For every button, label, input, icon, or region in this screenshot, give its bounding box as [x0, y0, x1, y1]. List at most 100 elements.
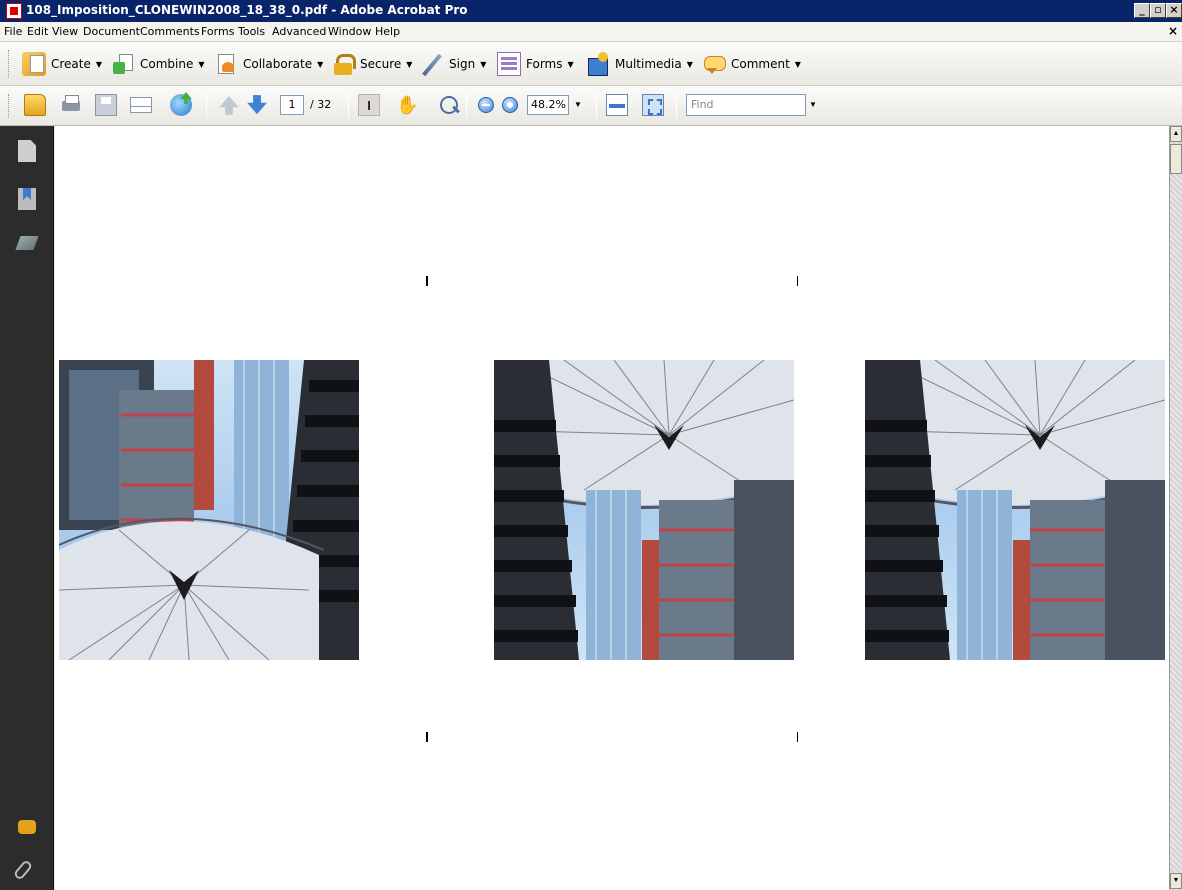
- forms-icon: [497, 52, 521, 76]
- menu-document[interactable]: Document: [83, 25, 140, 38]
- photo-2-graphic: [494, 360, 794, 660]
- crop-mark: [426, 732, 428, 742]
- collaborate-icon: [214, 52, 238, 76]
- comments-panel-icon[interactable]: [18, 820, 36, 834]
- collaborate-button[interactable]: Collaborate ▼: [214, 50, 323, 78]
- pages-panel-icon[interactable]: [18, 140, 36, 162]
- vertical-scrollbar[interactable]: ▲ ▼: [1169, 126, 1182, 890]
- hand-tool-icon[interactable]: ✋: [396, 94, 418, 116]
- forms-label: Forms: [526, 57, 563, 71]
- multimedia-label: Multimedia: [615, 57, 682, 71]
- sony-center-photo-rotated: [59, 360, 359, 660]
- acrobat-app-icon[interactable]: [6, 3, 22, 19]
- marquee-zoom-icon[interactable]: [438, 94, 460, 116]
- fit-width-icon[interactable]: [606, 94, 628, 116]
- menu-advanced[interactable]: Advanced: [272, 25, 326, 38]
- create-label: Create: [51, 57, 91, 71]
- comment-icon: [702, 52, 726, 76]
- crop-mark: [426, 276, 428, 286]
- secure-button[interactable]: Secure ▼: [331, 50, 412, 78]
- signatures-panel-icon[interactable]: [15, 236, 39, 250]
- select-tool-icon[interactable]: I: [358, 94, 380, 116]
- toolbar-grip[interactable]: [8, 50, 11, 78]
- combine-icon: [111, 52, 135, 76]
- document-close-button[interactable]: ×: [1168, 24, 1178, 38]
- scroll-thumb[interactable]: [1170, 144, 1182, 174]
- photo-1-graphic: [59, 360, 359, 660]
- toolbar-separator: [596, 94, 597, 118]
- chevron-down-icon: ▼: [794, 59, 801, 69]
- chevron-down-icon: ▼: [567, 59, 574, 69]
- menu-forms[interactable]: Forms: [201, 25, 234, 38]
- zoom-out-icon[interactable]: [478, 97, 494, 113]
- zoom-dropdown-icon[interactable]: ▼: [570, 95, 586, 115]
- open-folder-icon[interactable]: [24, 94, 46, 116]
- acrobat-window: 108_Imposition_CLONEWIN2008_18_38_0.pdf …: [0, 0, 1182, 890]
- menu-file[interactable]: File: [4, 25, 22, 38]
- create-button[interactable]: Create ▼: [22, 50, 102, 78]
- fit-page-icon[interactable]: [642, 94, 664, 116]
- menu-tools[interactable]: Tools: [238, 25, 265, 38]
- sony-center-photo: [865, 360, 1165, 660]
- scroll-up-button[interactable]: ▲: [1170, 126, 1182, 142]
- attachments-paperclip-icon[interactable]: [12, 859, 34, 881]
- chevron-down-icon: ▼: [95, 59, 103, 69]
- multimedia-button[interactable]: Multimedia ▼: [586, 50, 693, 78]
- window-title: 108_Imposition_CLONEWIN2008_18_38_0.pdf …: [26, 3, 468, 17]
- sign-button[interactable]: Sign ▼: [420, 50, 486, 78]
- save-icon[interactable]: [95, 94, 117, 116]
- combine-button[interactable]: Combine ▼: [111, 50, 205, 78]
- find-input[interactable]: Find: [686, 94, 806, 116]
- toolbar-separator: [676, 94, 677, 118]
- chevron-down-icon: ▼: [480, 59, 487, 69]
- title-bar: 108_Imposition_CLONEWIN2008_18_38_0.pdf …: [0, 0, 1182, 22]
- document-page[interactable]: [55, 126, 1169, 890]
- crop-mark: [797, 276, 798, 286]
- menu-edit[interactable]: Edit: [27, 25, 48, 38]
- toolbar-separator: [348, 94, 349, 118]
- previous-page-icon[interactable]: [219, 96, 239, 115]
- bookmarks-panel-icon[interactable]: [18, 188, 36, 210]
- multimedia-icon: [586, 52, 610, 76]
- chevron-down-icon: ▼: [317, 59, 324, 69]
- menu-comments[interactable]: Comments: [140, 25, 200, 38]
- chevron-down-icon: ▼: [406, 59, 413, 69]
- close-button[interactable]: ×: [1166, 3, 1182, 18]
- page-number-input[interactable]: 1: [280, 95, 304, 115]
- email-icon[interactable]: [130, 97, 152, 113]
- zoom-in-icon[interactable]: [502, 97, 518, 113]
- pen-icon: [420, 52, 444, 76]
- comment-label: Comment: [731, 57, 790, 71]
- navigation-pane: [0, 126, 54, 890]
- menu-help[interactable]: Help: [375, 25, 400, 38]
- crop-mark: [797, 732, 798, 742]
- tasks-toolbar: Create ▼ Combine ▼ Collaborate ▼ Secure …: [0, 42, 1182, 86]
- toolbar-grip[interactable]: [8, 94, 11, 118]
- zoom-level-input[interactable]: 48.2%: [527, 95, 569, 115]
- page-total-label: / 32: [310, 98, 332, 111]
- sony-center-photo: [494, 360, 794, 660]
- photo-3-graphic: [865, 360, 1165, 660]
- page-navigation-toolbar: 1 / 32 I ✋ 48.2% ▼ Find ▼: [0, 86, 1182, 126]
- maximize-button[interactable]: ▫: [1150, 3, 1166, 18]
- print-icon[interactable]: [60, 94, 82, 116]
- chevron-down-icon: ▼: [686, 59, 693, 69]
- create-pdf-icon: [22, 52, 46, 76]
- toolbar-separator: [466, 94, 467, 118]
- scroll-down-button[interactable]: ▼: [1170, 873, 1182, 889]
- sign-label: Sign: [449, 57, 476, 71]
- find-dropdown-icon[interactable]: ▼: [806, 95, 820, 115]
- next-page-icon[interactable]: [247, 95, 267, 115]
- comment-button[interactable]: Comment ▼: [702, 50, 801, 78]
- combine-label: Combine: [140, 57, 194, 71]
- collaborate-label: Collaborate: [243, 57, 313, 71]
- upload-web-icon[interactable]: [170, 94, 192, 116]
- forms-button[interactable]: Forms ▼: [497, 50, 574, 78]
- minimize-button[interactable]: _: [1134, 3, 1150, 18]
- menu-window[interactable]: Window: [328, 25, 371, 38]
- menu-view[interactable]: View: [52, 25, 78, 38]
- secure-label: Secure: [360, 57, 402, 71]
- menu-bar: File Edit View Document Comments Forms T…: [0, 22, 1182, 42]
- chevron-down-icon: ▼: [198, 59, 205, 69]
- lock-icon: [331, 52, 356, 76]
